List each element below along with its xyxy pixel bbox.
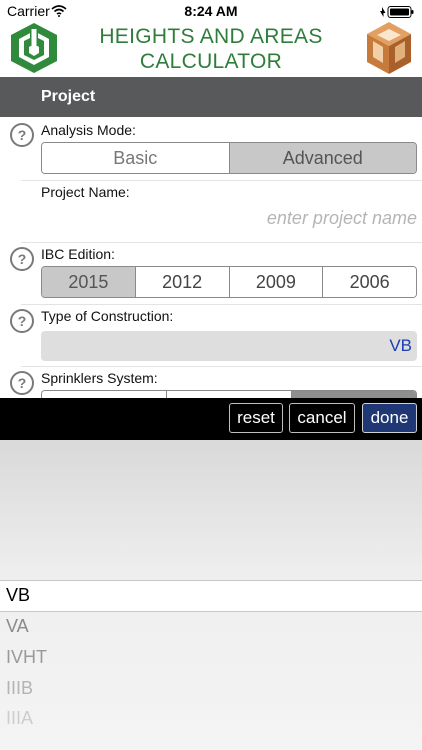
construction-type-label: Type of Construction: bbox=[41, 308, 174, 324]
app-header: HEIGHTS AND AREAS CALCULATOR bbox=[0, 22, 422, 76]
construction-type-value: VB bbox=[389, 336, 412, 355]
app-title-line2: CALCULATOR bbox=[139, 50, 283, 73]
construction-type-picker[interactable]: VB VA IVHT IIIB IIIA bbox=[0, 440, 422, 750]
analysis-mode-basic[interactable]: Basic bbox=[42, 143, 230, 173]
picker-option[interactable]: IIIB bbox=[6, 678, 33, 699]
help-icon[interactable]: ? bbox=[10, 309, 34, 333]
divider bbox=[21, 242, 422, 243]
divider bbox=[21, 180, 422, 181]
ibc-edition-2012[interactable]: 2012 bbox=[135, 267, 230, 297]
app-title: HEIGHTS AND AREAS CALCULATOR bbox=[80, 24, 342, 74]
reset-button[interactable]: reset bbox=[229, 403, 283, 433]
analysis-mode-label: Analysis Mode: bbox=[41, 122, 136, 138]
done-button[interactable]: done bbox=[362, 403, 417, 433]
analysis-mode-advanced[interactable]: Advanced bbox=[229, 143, 416, 173]
ibc-edition-2015[interactable]: 2015 bbox=[42, 267, 136, 297]
help-icon[interactable]: ? bbox=[10, 371, 34, 395]
sprinklers-label: Sprinklers System: bbox=[41, 370, 158, 386]
picker-selected-value: VB bbox=[6, 585, 31, 605]
app-logo-icon bbox=[8, 22, 60, 79]
app-title-line1: HEIGHTS AND AREAS bbox=[99, 25, 323, 48]
divider bbox=[21, 366, 422, 367]
section-title: Project bbox=[41, 88, 96, 105]
ibc-edition-segmented-control: 2015 2012 2009 2006 bbox=[41, 266, 417, 298]
ibc-edition-label: IBC Edition: bbox=[41, 246, 115, 262]
picker-toolbar: reset cancel done bbox=[0, 398, 422, 440]
section-header-project: Project bbox=[0, 77, 422, 117]
project-name-label: Project Name: bbox=[41, 184, 130, 200]
analysis-mode-segmented-control: Basic Advanced bbox=[41, 142, 417, 174]
status-bar: Carrier 8:24 AM bbox=[0, 0, 422, 22]
picker-option[interactable]: VA bbox=[6, 616, 29, 637]
help-icon[interactable]: ? bbox=[10, 123, 34, 147]
battery-icon bbox=[380, 5, 414, 21]
divider bbox=[21, 304, 422, 305]
project-name-input[interactable]: enter project name bbox=[41, 208, 417, 236]
3d-box-icon[interactable] bbox=[364, 20, 414, 81]
help-icon[interactable]: ? bbox=[10, 247, 34, 271]
status-time: 8:24 AM bbox=[184, 3, 238, 19]
picker-option[interactable]: IVHT bbox=[6, 647, 47, 668]
ibc-edition-2006[interactable]: 2006 bbox=[323, 267, 416, 297]
ibc-edition-2009[interactable]: 2009 bbox=[229, 267, 324, 297]
cancel-button[interactable]: cancel bbox=[289, 403, 355, 433]
picker-selected-row[interactable]: VB bbox=[0, 580, 422, 612]
construction-type-field[interactable]: VB bbox=[41, 331, 417, 361]
picker-option[interactable]: IIIA bbox=[6, 708, 33, 729]
